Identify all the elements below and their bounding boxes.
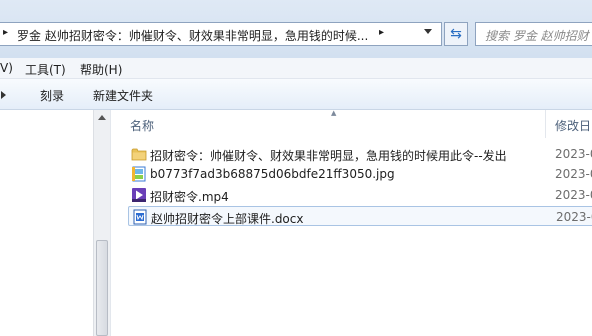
search-input[interactable]: 搜索 罗金 赵帅招财 xyxy=(475,22,592,46)
file-name: 招财密令：帅催财令、财效果非常明显，急用钱的时候用此令--发出 xyxy=(150,149,507,163)
burn-button[interactable]: 刻录 xyxy=(40,87,64,104)
menu-help[interactable]: 帮助(H) xyxy=(80,61,122,78)
menu-bar: V) 工具(T) 帮助(H) xyxy=(0,58,592,79)
file-date: 2023-0 xyxy=(555,188,592,202)
file-name: b0773f7ad3b68875d06bdfe21ff3050.jpg xyxy=(150,167,395,181)
column-header-row: 名称 ▲ 修改日 xyxy=(111,109,592,138)
file-date: 2023-0 xyxy=(556,210,592,224)
search-placeholder: 搜索 罗金 赵帅招财 xyxy=(485,29,589,43)
column-divider[interactable] xyxy=(545,110,546,138)
address-path[interactable]: 罗金 赵帅招财密令：帅催财令、财效果非常明显，急用钱的时候... xyxy=(17,27,368,44)
file-date: 2023-0 xyxy=(555,147,592,161)
video-file-icon xyxy=(132,188,146,202)
menu-tools[interactable]: 工具(T) xyxy=(25,61,66,78)
image-file-icon xyxy=(132,166,146,182)
address-bar[interactable]: ▸ 罗金 赵帅招财密令：帅催财令、财效果非常明显，急用钱的时候... ▸ xyxy=(0,22,442,46)
scroll-up-icon[interactable] xyxy=(98,115,106,120)
scrollbar-thumb[interactable] xyxy=(96,240,108,336)
command-toolbar: 刻录 新建文件夹 xyxy=(0,79,592,110)
file-row[interactable]: 赵帅招财密令上部课件.docx 2023-0 xyxy=(128,206,592,226)
sort-ascending-icon: ▲ xyxy=(331,109,337,117)
address-dropdown-icon[interactable] xyxy=(424,29,432,34)
breadcrumb-chevron-icon[interactable]: ▸ xyxy=(3,27,8,38)
address-bar-area: ▸ 罗金 赵帅招财密令：帅催财令、财效果非常明显，急用钱的时候... ▸ ⇆ 搜… xyxy=(0,0,592,58)
refresh-icon: ⇆ xyxy=(450,26,462,42)
menu-view[interactable]: V) xyxy=(0,61,13,75)
file-row[interactable]: b0773f7ad3b68875d06bdfe21ff3050.jpg 2023… xyxy=(128,164,592,184)
column-header-modified[interactable]: 修改日 xyxy=(555,117,591,134)
refresh-button[interactable]: ⇆ xyxy=(444,22,468,46)
word-document-icon xyxy=(133,209,147,225)
file-row[interactable]: 招财密令：帅催财令、财效果非常明显，急用钱的时候用此令--发出 2023-0 xyxy=(128,144,592,164)
file-name: 招财密令.mp4 xyxy=(150,190,229,204)
breadcrumb-chevron-icon[interactable]: ▸ xyxy=(379,27,384,38)
file-name: 赵帅招财密令上部课件.docx xyxy=(151,212,304,226)
new-folder-button[interactable]: 新建文件夹 xyxy=(93,87,153,104)
file-row[interactable]: 招财密令.mp4 2023-0 xyxy=(128,185,592,205)
file-date: 2023-0 xyxy=(555,167,592,181)
pane-divider[interactable] xyxy=(110,110,111,336)
navigation-scrollbar[interactable] xyxy=(93,110,110,336)
toolbar-dropdown-icon[interactable] xyxy=(1,91,6,99)
folder-icon xyxy=(131,148,147,161)
column-header-name[interactable]: 名称 xyxy=(130,117,154,134)
